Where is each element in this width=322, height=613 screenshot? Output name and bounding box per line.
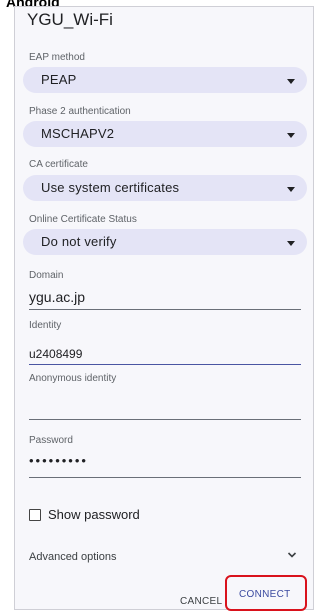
- domain-label: Domain: [29, 270, 64, 281]
- phase2-label: Phase 2 authentication: [29, 106, 131, 117]
- ca-cert-label: CA certificate: [29, 159, 88, 170]
- password-label: Password: [29, 435, 73, 446]
- phase2-value: MSCHAPV2: [41, 126, 115, 141]
- chevron-down-icon[interactable]: [287, 550, 297, 560]
- show-password-label[interactable]: Show password: [48, 507, 140, 522]
- domain-input[interactable]: ygu.ac.jp: [29, 289, 301, 305]
- dialog-title: YGU_Wi-Fi: [27, 10, 113, 29]
- dropdown-arrow-icon: [287, 133, 295, 138]
- ca-cert-dropdown[interactable]: Use system certificates: [23, 175, 307, 201]
- connect-button-label: CONNECT: [239, 589, 291, 600]
- ocsp-dropdown[interactable]: Do not verify: [23, 229, 307, 255]
- anon-identity-label: Anonymous identity: [29, 373, 117, 384]
- anon-identity-underline: [29, 419, 301, 420]
- domain-underline: [29, 309, 301, 310]
- password-input[interactable]: •••••••••: [29, 453, 301, 468]
- dropdown-arrow-icon: [287, 79, 295, 84]
- eap-method-dropdown[interactable]: PEAP: [23, 67, 307, 93]
- eap-method-label: EAP method: [29, 52, 85, 63]
- ocsp-label: Online Certificate Status: [29, 214, 137, 225]
- advanced-options-label[interactable]: Advanced options: [29, 551, 116, 563]
- ca-cert-value: Use system certificates: [41, 180, 180, 195]
- eap-method-value: PEAP: [41, 72, 77, 87]
- password-underline: [29, 477, 301, 478]
- dropdown-arrow-icon: [287, 187, 295, 192]
- cancel-button[interactable]: CANCEL: [180, 596, 222, 607]
- wifi-dialog: YGU_Wi-Fi EAP method PEAP Phase 2 authen…: [14, 6, 314, 610]
- show-password-checkbox[interactable]: [29, 509, 41, 521]
- identity-underline: [29, 364, 301, 365]
- dropdown-arrow-icon: [287, 241, 295, 246]
- identity-label: Identity: [29, 320, 62, 331]
- connect-button[interactable]: CONNECT: [225, 575, 307, 611]
- ocsp-value: Do not verify: [41, 234, 117, 249]
- phase2-dropdown[interactable]: MSCHAPV2: [23, 121, 307, 147]
- identity-input[interactable]: u2408499: [29, 347, 301, 361]
